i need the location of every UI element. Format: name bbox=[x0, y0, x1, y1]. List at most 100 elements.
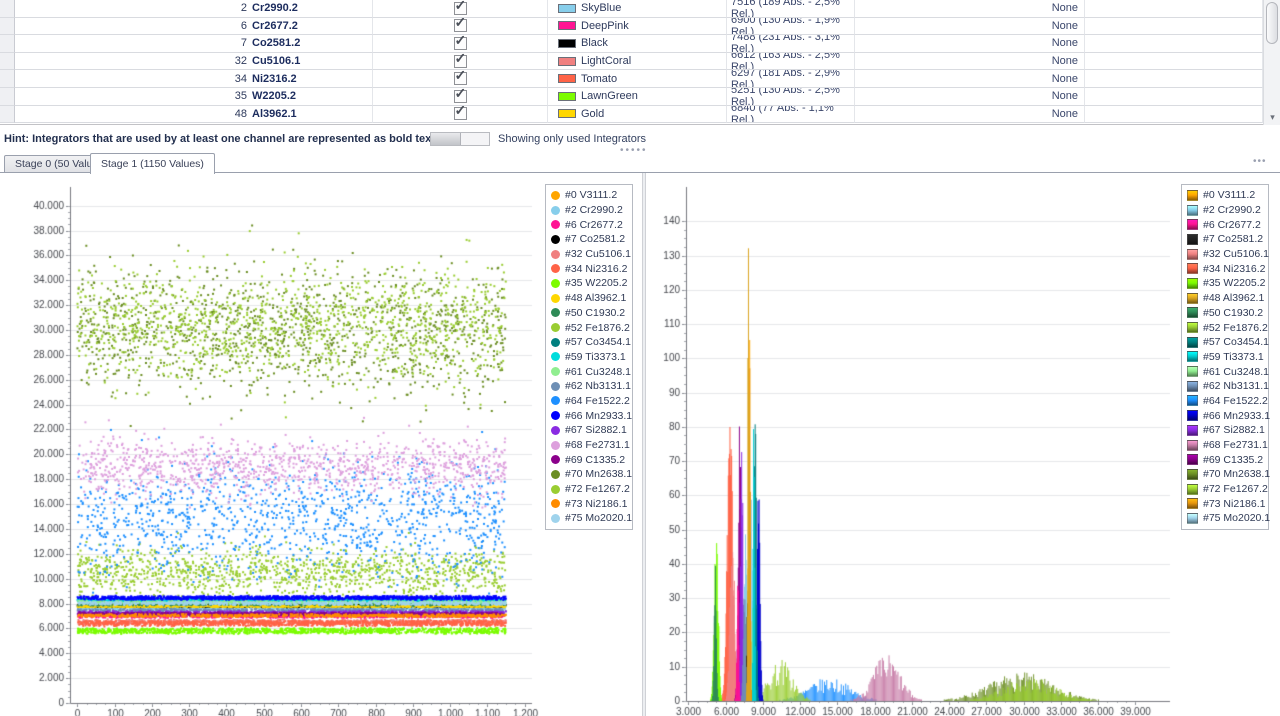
legend-item[interactable]: #0 V3111.2 bbox=[551, 188, 628, 203]
integrator-cell[interactable]: None bbox=[855, 0, 1085, 18]
row-header[interactable] bbox=[0, 18, 15, 36]
legend-item[interactable]: #0 V3111.2 bbox=[1187, 188, 1264, 203]
legend-item[interactable]: #50 C1930.2 bbox=[1187, 306, 1264, 321]
channel-value-cell[interactable]: 7488 (231 Abs. - 3,1% Rel.) bbox=[727, 35, 855, 53]
legend-item[interactable]: #6 Cr2677.2 bbox=[551, 217, 628, 232]
legend-item[interactable]: #32 Cu5106.1 bbox=[551, 247, 628, 262]
tab-stage-1[interactable]: Stage 1 (1150 Values) bbox=[90, 153, 215, 174]
scrollbar-thumb[interactable] bbox=[1266, 2, 1278, 44]
channel-color-cell[interactable]: Tomato bbox=[548, 70, 727, 88]
legend-item[interactable]: #64 Fe1522.2 bbox=[551, 394, 628, 409]
legend-item[interactable]: #6 Cr2677.2 bbox=[1187, 217, 1264, 232]
legend-item[interactable]: #7 Co2581.2 bbox=[551, 232, 628, 247]
channel-checkbox[interactable]: ✓ bbox=[454, 2, 467, 15]
table-row[interactable]: 34Ni2316.2 ✓ Tomato6297 (181 Abs. - 2,9% R… bbox=[0, 70, 1263, 88]
legend-item[interactable]: #73 Ni2186.1 bbox=[551, 496, 628, 511]
channel-checkbox[interactable]: ✓ bbox=[454, 55, 467, 68]
legend-item[interactable]: #75 Mo2020.1 bbox=[551, 511, 628, 526]
legend-item[interactable]: #69 C1335.2 bbox=[551, 452, 628, 467]
scrollbar-down-arrow-icon[interactable]: ▾ bbox=[1264, 112, 1280, 123]
legend-item[interactable]: #73 Ni2186.1 bbox=[1187, 496, 1264, 511]
channel-enabled-cell[interactable]: ✓ bbox=[373, 18, 548, 36]
legend-item[interactable]: #2 Cr2990.2 bbox=[1187, 203, 1264, 218]
table-row[interactable]: 32Cu5106.1 ✓ LightCoral6612 (163 Abs. - 2,… bbox=[0, 53, 1263, 71]
legend-item[interactable]: #69 C1335.2 bbox=[1187, 452, 1264, 467]
legend-item[interactable]: #35 W2205.2 bbox=[551, 276, 628, 291]
legend-item[interactable]: #32 Cu5106.1 bbox=[1187, 247, 1264, 262]
channel-checkbox[interactable]: ✓ bbox=[454, 19, 467, 32]
channel-value-cell[interactable]: 6840 (77 Abs. - 1,1% Rel.) bbox=[727, 106, 855, 124]
channel-value-cell[interactable]: 5251 (130 Abs. - 2,5% Rel.) bbox=[727, 88, 855, 106]
channel-checkbox[interactable]: ✓ bbox=[454, 37, 467, 50]
row-header[interactable] bbox=[0, 106, 15, 124]
integrator-cell[interactable]: None bbox=[855, 88, 1085, 106]
legend-item[interactable]: #64 Fe1522.2 bbox=[1187, 394, 1264, 409]
table-row[interactable]: 35W2205.2✓LawnGreen5251 (130 Abs. - 2,5%… bbox=[0, 88, 1263, 106]
table-row[interactable]: 48Al3962.1 ✓ Gold6840 (77 Abs. - 1,1% Rel.… bbox=[0, 106, 1263, 124]
channel-color-cell[interactable]: Black bbox=[548, 35, 727, 53]
legend-item[interactable]: #70 Mn2638.1 bbox=[551, 467, 628, 482]
channel-name-cell[interactable]: 48Al3962.1 bbox=[15, 106, 373, 124]
scatter-chart-canvas[interactable] bbox=[0, 173, 540, 716]
legend-item[interactable]: #61 Cu3248.1 bbox=[1187, 364, 1264, 379]
table-row[interactable]: 2Cr2990.2 ✓ SkyBlue7516 (189 Abs. - 2,5% R… bbox=[0, 0, 1263, 18]
integrator-cell[interactable]: None bbox=[855, 70, 1085, 88]
legend-item[interactable]: #52 Fe1876.2 bbox=[1187, 320, 1264, 335]
legend-item[interactable]: #68 Fe2731.1 bbox=[551, 438, 628, 453]
legend-item[interactable]: #72 Fe1267.2 bbox=[551, 482, 628, 497]
toggle-knob[interactable] bbox=[431, 133, 461, 145]
channel-color-cell[interactable]: DeepPink bbox=[548, 18, 727, 36]
channel-enabled-cell[interactable]: ✓ bbox=[373, 35, 548, 53]
row-header[interactable] bbox=[0, 0, 15, 18]
legend-item[interactable]: #67 Si2882.1 bbox=[1187, 423, 1264, 438]
legend-item[interactable]: #62 Nb3131.1 bbox=[1187, 379, 1264, 394]
channel-value-cell[interactable]: 6297 (181 Abs. - 2,9% Rel.) bbox=[727, 70, 855, 88]
channel-checkbox[interactable]: ✓ bbox=[454, 90, 467, 103]
table-scrollbar[interactable]: ▾ bbox=[1263, 0, 1280, 125]
channel-enabled-cell[interactable]: ✓ bbox=[373, 53, 548, 71]
legend-item[interactable]: #68 Fe2731.1 bbox=[1187, 438, 1264, 453]
legend-item[interactable]: #61 Cu3248.1 bbox=[551, 364, 628, 379]
channel-name-cell[interactable]: 7Co2581.2 bbox=[15, 35, 373, 53]
row-header[interactable] bbox=[0, 70, 15, 88]
channel-value-cell[interactable]: 6900 (130 Abs. - 1,9% Rel.) bbox=[727, 18, 855, 36]
row-header[interactable] bbox=[0, 88, 15, 106]
legend-item[interactable]: #50 C1930.2 bbox=[551, 306, 628, 321]
channel-color-cell[interactable]: SkyBlue bbox=[548, 0, 727, 18]
channel-color-cell[interactable]: Gold bbox=[548, 106, 727, 124]
channel-enabled-cell[interactable]: ✓ bbox=[373, 0, 548, 18]
channel-checkbox[interactable]: ✓ bbox=[454, 107, 467, 120]
legend-item[interactable]: #70 Mn2638.1 bbox=[1187, 467, 1264, 482]
show-used-integrators-toggle[interactable] bbox=[430, 132, 490, 146]
legend-item[interactable]: #66 Mn2933.1 bbox=[551, 408, 628, 423]
row-header[interactable] bbox=[0, 35, 15, 53]
table-row[interactable]: 6Cr2677.2✓DeepPink6900 (130 Abs. - 1,9% … bbox=[0, 18, 1263, 36]
row-header[interactable] bbox=[0, 53, 15, 71]
channel-name-cell[interactable]: 35W2205.2 bbox=[15, 88, 373, 106]
legend-item[interactable]: #59 Ti3373.1 bbox=[551, 350, 628, 365]
integrator-cell[interactable]: None bbox=[855, 35, 1085, 53]
channel-value-cell[interactable]: 7516 (189 Abs. - 2,5% Rel.) bbox=[727, 0, 855, 18]
legend-item[interactable]: #57 Co3454.1 bbox=[551, 335, 628, 350]
legend-item[interactable]: #7 Co2581.2 bbox=[1187, 232, 1264, 247]
legend-item[interactable]: #52 Fe1876.2 bbox=[551, 320, 628, 335]
channel-value-cell[interactable]: 6612 (163 Abs. - 2,5% Rel.) bbox=[727, 53, 855, 71]
legend-item[interactable]: #35 W2205.2 bbox=[1187, 276, 1264, 291]
channel-name-cell[interactable]: 34Ni2316.2 bbox=[15, 70, 373, 88]
legend-item[interactable]: #57 Co3454.1 bbox=[1187, 335, 1264, 350]
channel-color-cell[interactable]: LightCoral bbox=[548, 53, 727, 71]
legend-item[interactable]: #66 Mn2933.1 bbox=[1187, 408, 1264, 423]
legend-item[interactable]: #75 Mo2020.1 bbox=[1187, 511, 1264, 526]
legend-item[interactable]: #34 Ni2316.2 bbox=[551, 261, 628, 276]
channel-name-cell[interactable]: 32Cu5106.1 bbox=[15, 53, 373, 71]
channel-table[interactable]: 2Cr2990.2 ✓ SkyBlue7516 (189 Abs. - 2,5% R… bbox=[0, 0, 1263, 125]
integrator-cell[interactable]: None bbox=[855, 18, 1085, 36]
legend-item[interactable]: #59 Ti3373.1 bbox=[1187, 350, 1264, 365]
channel-name-cell[interactable]: 2Cr2990.2 bbox=[15, 0, 373, 18]
scatter-legend[interactable]: #0 V3111.2#2 Cr2990.2#6 Cr2677.2#7 Co258… bbox=[545, 184, 633, 530]
legend-item[interactable]: #67 Si2882.1 bbox=[551, 423, 628, 438]
channel-enabled-cell[interactable]: ✓ bbox=[373, 106, 548, 124]
channel-checkbox[interactable]: ✓ bbox=[454, 72, 467, 85]
legend-item[interactable]: #48 Al3962.1 bbox=[1187, 291, 1264, 306]
legend-item[interactable]: #62 Nb3131.1 bbox=[551, 379, 628, 394]
